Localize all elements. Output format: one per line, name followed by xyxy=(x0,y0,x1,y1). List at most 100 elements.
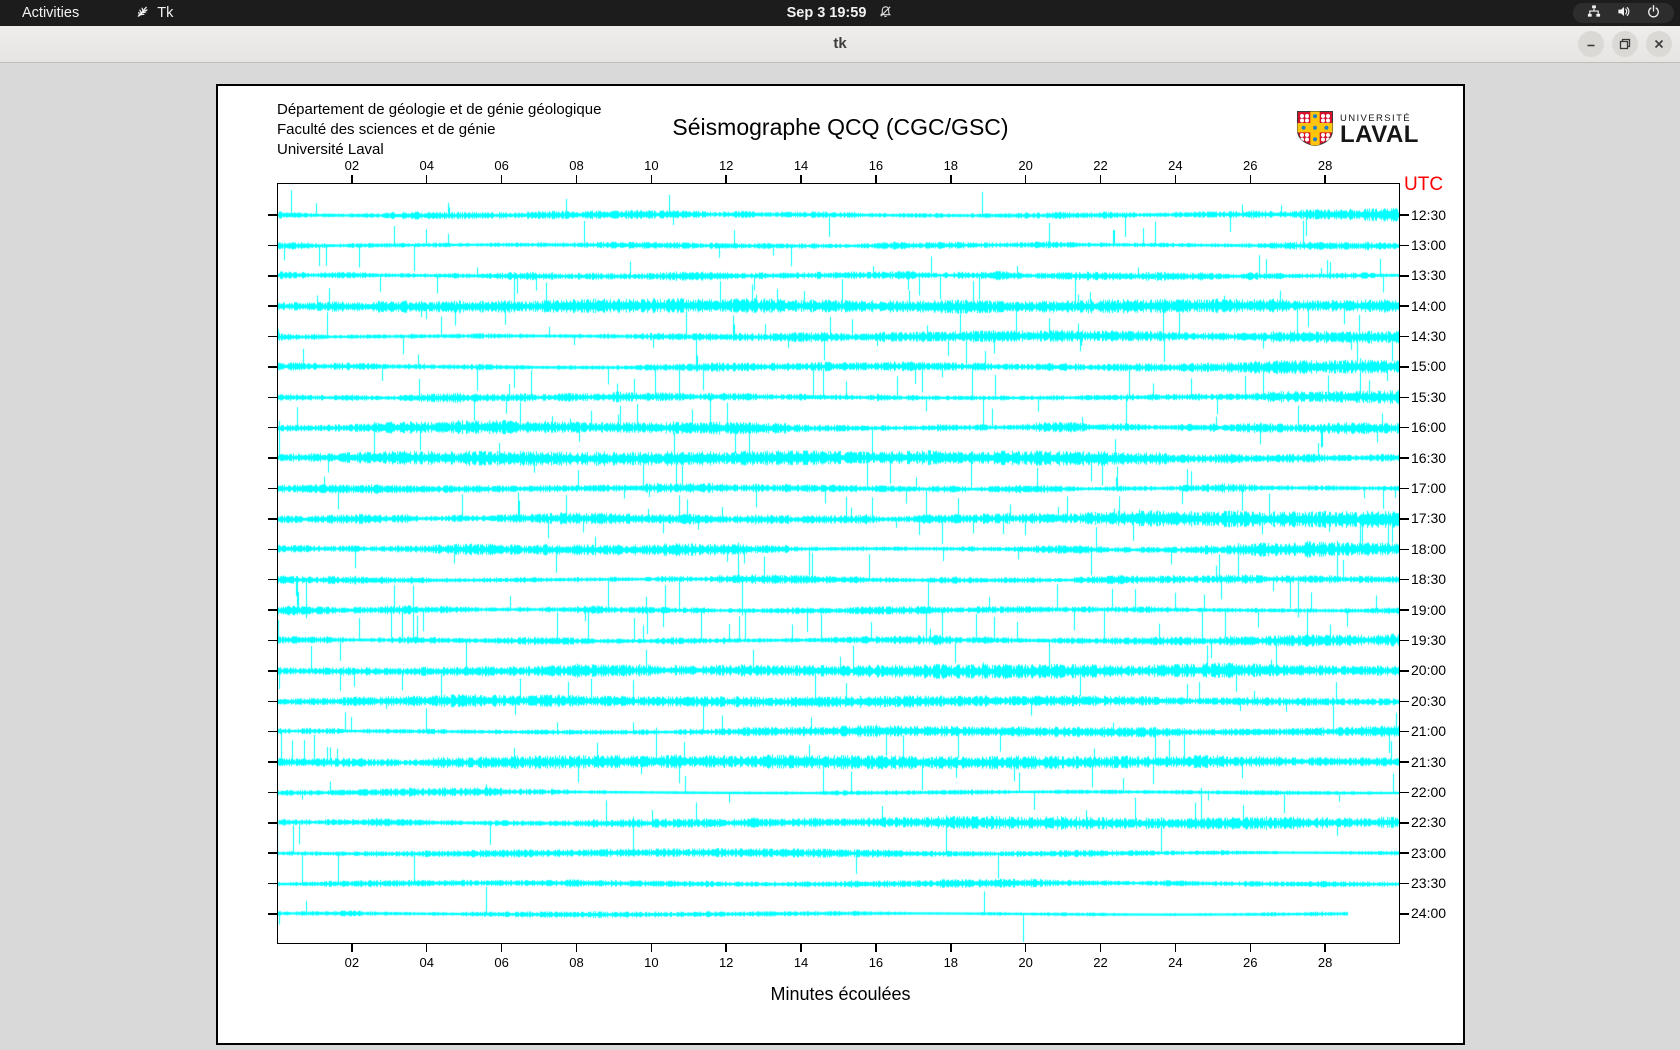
logo-laval-text: LAVAL xyxy=(1340,121,1419,148)
trace-tick-left xyxy=(268,730,277,733)
laval-shield-icon xyxy=(1296,110,1334,152)
utc-time-label: 23:00 xyxy=(1411,844,1447,861)
x-tick-label-top: 20 xyxy=(1018,158,1033,173)
close-button[interactable] xyxy=(1646,31,1672,57)
trace-tick-right xyxy=(1400,487,1409,490)
plot-border xyxy=(277,183,1400,944)
x-tick-bottom xyxy=(500,944,503,952)
trace-tick-left xyxy=(268,518,277,520)
trace-tick-right xyxy=(1400,882,1409,885)
x-tick-bottom xyxy=(575,944,578,952)
x-tick-label-bottom: 02 xyxy=(344,955,360,970)
trace-tick-right xyxy=(1400,822,1409,824)
trace-tick-right xyxy=(1400,639,1409,642)
utc-time-label: 20:30 xyxy=(1411,692,1447,709)
bell-muted-icon xyxy=(878,4,893,23)
trace-tick-left xyxy=(268,578,277,581)
utc-time-label: 18:00 xyxy=(1411,540,1447,557)
trace-tick-right xyxy=(1400,366,1409,368)
utc-time-label: 16:30 xyxy=(1411,449,1447,466)
utc-time-label: 15:00 xyxy=(1411,358,1447,375)
trace-tick-left xyxy=(268,700,277,702)
trace-tick-left xyxy=(268,852,277,854)
utc-time-label: 21:30 xyxy=(1411,753,1447,770)
x-tick-top xyxy=(1024,175,1027,183)
x-tick-label-top: 26 xyxy=(1243,158,1258,173)
x-tick-label-bottom: 12 xyxy=(718,955,734,970)
trace-tick-right xyxy=(1400,396,1409,399)
x-tick-label-bottom: 28 xyxy=(1317,955,1333,970)
trace-tick-right xyxy=(1400,457,1409,459)
clock-menu[interactable]: Sep 3 19:59 xyxy=(0,0,1680,26)
utc-time-label: 22:30 xyxy=(1411,814,1447,831)
utc-time-label: 19:30 xyxy=(1411,631,1447,648)
chart-title: Séismographe QCQ (CGC/GSC) xyxy=(672,114,1009,140)
x-tick-top xyxy=(1099,175,1102,183)
seismograph-window: Département de géologie et de génie géol… xyxy=(216,84,1465,1045)
trace-tick-left xyxy=(268,822,277,824)
window-titlebar[interactable]: tk xyxy=(0,26,1680,63)
x-tick-bottom xyxy=(875,944,877,952)
x-tick-bottom xyxy=(650,944,653,952)
x-axis-title: Minutes écoulées xyxy=(770,984,911,1004)
trace-tick-left xyxy=(268,275,277,277)
x-tick-top xyxy=(725,175,727,183)
x-tick-bottom xyxy=(725,944,727,952)
utc-time-label: 13:00 xyxy=(1411,236,1447,253)
window-title: tk xyxy=(833,35,847,52)
network-wired-icon xyxy=(1586,4,1602,23)
utc-time-label: 13:30 xyxy=(1411,267,1447,284)
trace-tick-right xyxy=(1400,305,1409,307)
utc-time-label: 18:30 xyxy=(1411,571,1447,588)
utc-time-label: 24:00 xyxy=(1411,905,1447,922)
x-tick-bottom xyxy=(1324,944,1326,952)
utc-time-label: 15:30 xyxy=(1411,388,1447,405)
restore-button[interactable] xyxy=(1612,31,1638,57)
x-tick-label-bottom: 08 xyxy=(569,955,584,970)
utc-time-label: 16:00 xyxy=(1411,419,1447,436)
trace-tick-right xyxy=(1400,913,1409,915)
x-tick-top xyxy=(575,175,578,183)
trace-tick-left xyxy=(268,791,277,794)
trace-tick-right xyxy=(1400,275,1409,277)
x-tick-bottom xyxy=(1099,944,1102,952)
trace-tick-left xyxy=(268,548,277,551)
trace-tick-right xyxy=(1400,609,1409,611)
trace-tick-right xyxy=(1400,518,1409,520)
x-tick-top xyxy=(875,175,877,183)
x-tick-bottom xyxy=(1249,944,1252,952)
x-tick-top xyxy=(1249,175,1252,183)
trace-tick-left xyxy=(268,426,277,429)
utc-time-label: 12:30 xyxy=(1411,206,1447,223)
x-tick-label-bottom: 10 xyxy=(644,955,659,970)
trace-tick-left xyxy=(268,882,277,885)
x-tick-top xyxy=(425,175,428,183)
utc-time-label: 14:00 xyxy=(1411,297,1447,314)
trace-tick-right xyxy=(1400,670,1409,672)
x-tick-bottom xyxy=(351,944,353,952)
x-tick-label-top: 06 xyxy=(494,158,509,173)
power-icon xyxy=(1646,4,1661,23)
trace-tick-right xyxy=(1400,761,1409,763)
x-tick-label-bottom: 18 xyxy=(943,955,959,970)
minimize-button[interactable] xyxy=(1578,31,1604,57)
utc-time-label: 20:00 xyxy=(1411,662,1447,679)
x-tick-bottom xyxy=(425,944,428,952)
x-tick-bottom xyxy=(800,944,802,952)
utc-time-label: 17:00 xyxy=(1411,480,1447,497)
universite-laval-logo: UNIVERSITÉ LAVAL xyxy=(1296,110,1419,152)
system-status-menu[interactable] xyxy=(1573,3,1674,23)
x-tick-top xyxy=(800,175,802,183)
trace-tick-left xyxy=(268,670,277,672)
x-tick-label-top: 02 xyxy=(344,158,360,173)
utc-time-label: 14:30 xyxy=(1411,328,1447,345)
x-tick-top xyxy=(1174,175,1177,183)
utc-axis-label: UTC xyxy=(1404,174,1444,195)
trace-tick-left xyxy=(268,487,277,490)
trace-tick-left xyxy=(268,609,277,611)
x-tick-bottom xyxy=(1024,944,1027,952)
trace-tick-left xyxy=(268,335,277,338)
trace-tick-left xyxy=(268,761,277,763)
trace-tick-right xyxy=(1400,730,1409,733)
x-tick-label-top: 18 xyxy=(943,158,959,173)
